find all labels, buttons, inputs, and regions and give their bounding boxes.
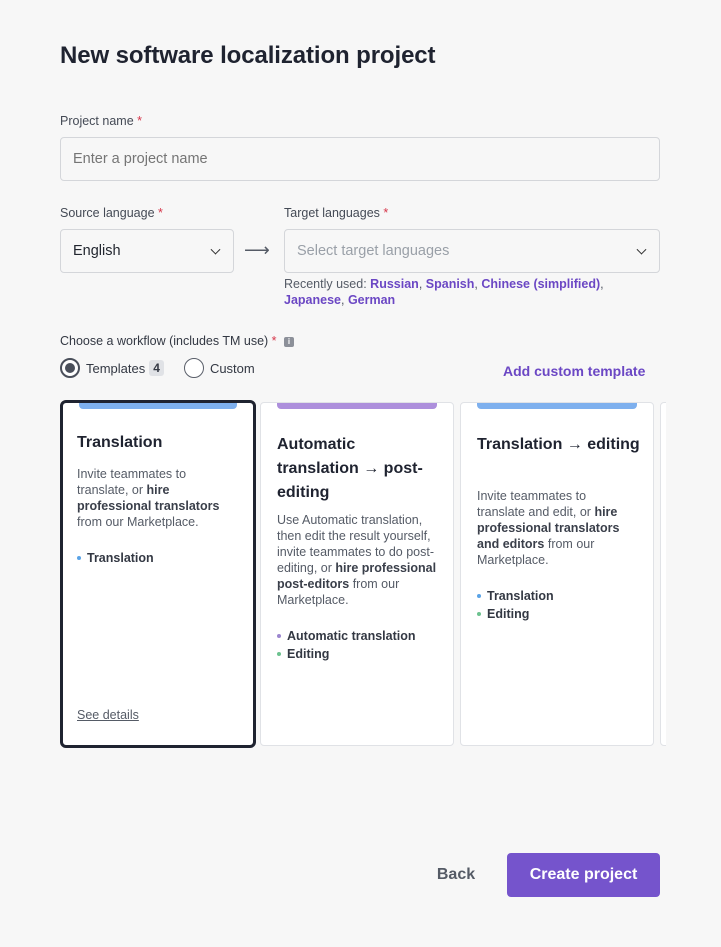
back-button[interactable]: Back (426, 853, 486, 897)
workflow-label-text: Choose a workflow (includes TM use) (60, 334, 269, 348)
step-label: Automatic translation (287, 629, 416, 643)
card-description-text: Invite teammates to translate and edit, … (477, 489, 595, 519)
templates-radio[interactable] (60, 358, 80, 378)
card-description-text: Invite teammates to translate, or (77, 467, 187, 497)
chevron-down-icon (636, 244, 647, 255)
card-title: Translation → editing (477, 436, 640, 453)
source-language-value: English (73, 243, 121, 259)
recent-language-link[interactable]: Russian (370, 277, 419, 291)
target-languages-placeholder: Select target languages (297, 243, 450, 259)
recently-used-languages: Recently used: Russian, Spanish, Chinese… (284, 277, 604, 307)
source-language-label-text: Source language (60, 206, 155, 220)
templates-count-badge: 4 (149, 360, 164, 376)
card-steps: Automatic translation Editing (277, 627, 416, 663)
card-color-stripe (477, 403, 637, 409)
recently-used-label: Recently used: (284, 277, 367, 291)
workflow-label: Choose a workflow (includes TM use) * i (60, 334, 295, 348)
card-title: Translation (77, 434, 163, 451)
step-dot (477, 612, 481, 616)
workflow-options: Templates 4 Custom (60, 358, 255, 378)
add-custom-template-button[interactable]: Add custom template (503, 363, 645, 379)
required-mark: * (137, 114, 143, 128)
recent-language-link[interactable]: German (348, 293, 395, 307)
project-name-label: Project name * (60, 114, 142, 128)
custom-radio[interactable] (183, 358, 204, 378)
template-card-automatic-translation[interactable]: Automatic translation → post-editing Use… (260, 402, 454, 746)
see-details-link[interactable]: See details (77, 708, 139, 722)
target-languages-select[interactable]: Select target languages (284, 229, 660, 273)
recent-language-link[interactable]: Spanish (426, 277, 475, 291)
step-item: Editing (277, 645, 416, 663)
required-mark: * (158, 206, 163, 220)
step-item: Automatic translation (277, 627, 416, 645)
target-languages-label: Target languages * (284, 206, 388, 220)
step-dot (277, 652, 281, 656)
target-languages-label-text: Target languages (284, 206, 380, 220)
project-name-label-text: Project name (60, 114, 134, 128)
recent-language-link[interactable]: Chinese (simplified) (481, 277, 600, 291)
step-label: Translation (87, 551, 154, 565)
step-label: Editing (487, 607, 530, 621)
create-project-button[interactable]: Create project (507, 853, 660, 897)
custom-radio-label[interactable]: Custom (210, 361, 255, 376)
chevron-down-icon (210, 244, 221, 255)
step-label: Editing (287, 647, 330, 661)
step-item: Translation (77, 549, 154, 567)
step-item: Translation (477, 587, 554, 605)
workflow-templates-carousel: Translation Invite teammates to translat… (60, 399, 666, 751)
templates-radio-label[interactable]: Templates (86, 361, 145, 376)
template-card-translation[interactable]: Translation Invite teammates to translat… (60, 400, 256, 748)
template-card-partial[interactable] (660, 402, 666, 746)
step-dot (277, 634, 281, 638)
card-description-text: from our Marketplace. (77, 515, 199, 529)
card-color-stripe (277, 403, 437, 409)
template-card-translation-editing[interactable]: Translation → editing Invite teammates t… (460, 402, 654, 746)
source-language-select[interactable]: English (60, 229, 234, 273)
recent-language-link[interactable]: Japanese (284, 293, 341, 307)
step-dot (477, 594, 481, 598)
page-title: New software localization project (60, 42, 436, 69)
card-description: Use Automatic translation, then edit the… (277, 512, 437, 608)
card-description: Invite teammates to translate, or hire p… (77, 466, 237, 530)
info-icon[interactable]: i (284, 336, 295, 347)
step-item: Editing (477, 605, 554, 623)
card-steps: Translation Editing (477, 587, 554, 623)
source-language-label: Source language * (60, 206, 163, 220)
step-dot (77, 556, 81, 560)
arrow-right-icon: ⟶ (244, 240, 270, 260)
required-mark: * (383, 206, 389, 220)
card-title: Automatic translation → post-editing (277, 436, 423, 501)
card-color-stripe (79, 403, 237, 409)
card-description: Invite teammates to translate and edit, … (477, 488, 637, 568)
project-name-input[interactable] (60, 137, 660, 181)
required-mark: * (271, 334, 277, 348)
card-steps: Translation (77, 549, 154, 567)
step-label: Translation (487, 589, 554, 603)
